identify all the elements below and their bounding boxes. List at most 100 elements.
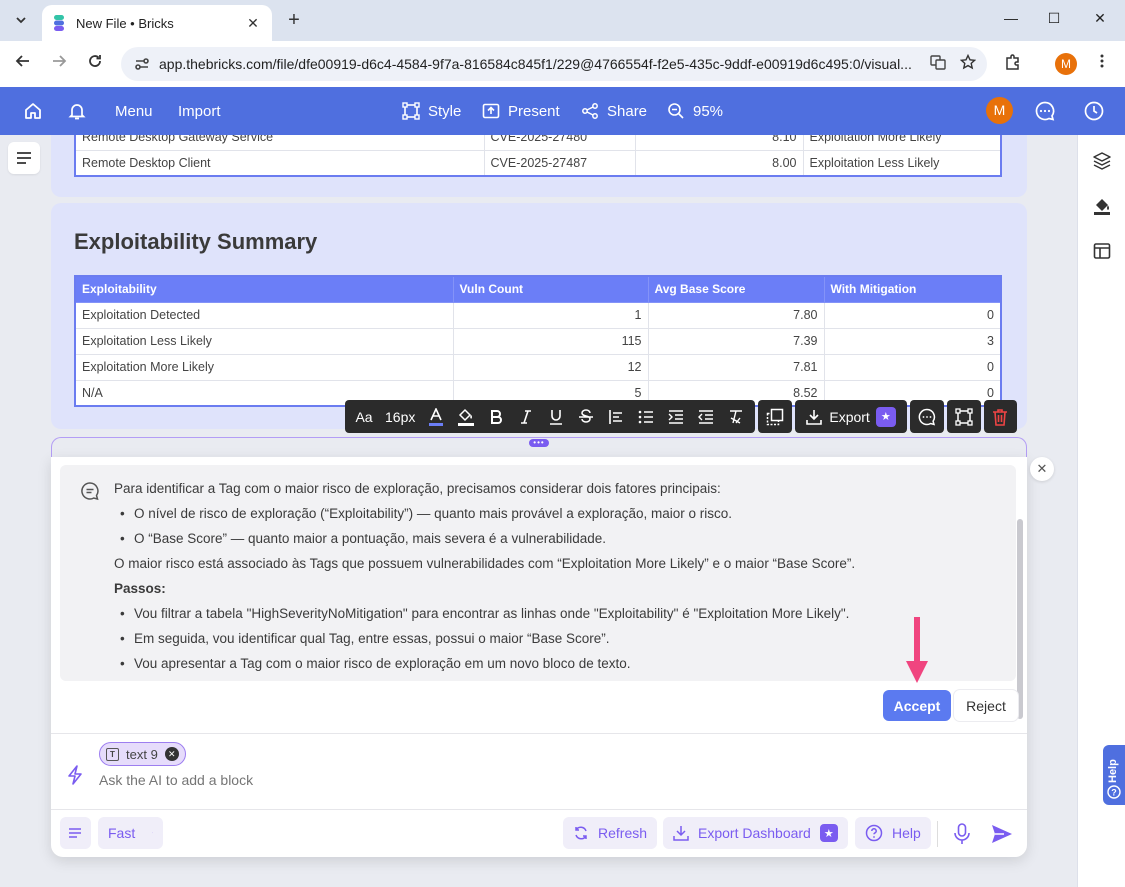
column-header[interactable]: Vuln Count xyxy=(452,275,649,303)
bookmark-star-icon[interactable] xyxy=(957,53,979,74)
bricks-favicon-icon xyxy=(54,15,64,31)
font-family-button[interactable]: Aa xyxy=(349,400,379,433)
user-avatar[interactable]: M xyxy=(986,97,1013,124)
help-side-tab[interactable]: ? Help xyxy=(1103,745,1125,805)
column-header[interactable]: With Mitigation xyxy=(823,275,1002,303)
message-bullet: Vou filtrar a tabela "HighSeverityNoMiti… xyxy=(120,606,849,621)
message-text: O maior risco está associado às Tags que… xyxy=(114,556,856,571)
browser-profile-avatar[interactable]: M xyxy=(1055,53,1077,75)
new-tab-button[interactable]: + xyxy=(284,9,304,31)
italic-button[interactable] xyxy=(511,400,541,433)
tab-close-icon[interactable]: ✕ xyxy=(244,15,262,32)
zoom-control[interactable]: 95% xyxy=(667,87,723,135)
layers-button[interactable] xyxy=(1090,149,1114,173)
strikethrough-icon xyxy=(579,408,594,423)
url-text[interactable]: app.thebricks.com/file/dfe00919-d6c4-458… xyxy=(159,56,927,72)
clear-format-button[interactable] xyxy=(721,400,751,433)
indent-button[interactable] xyxy=(661,400,691,433)
send-button[interactable] xyxy=(991,824,1013,849)
refresh-icon xyxy=(573,825,589,841)
chat-bubble-icon xyxy=(918,408,935,425)
drag-handle[interactable]: ••• xyxy=(529,439,549,447)
reject-button[interactable]: Reject xyxy=(954,690,1018,721)
home-button[interactable] xyxy=(23,87,43,135)
bold-button[interactable] xyxy=(481,400,511,433)
import-button[interactable]: Import xyxy=(178,87,221,135)
table-cell: Exploitation More Likely xyxy=(74,353,454,381)
outline-button[interactable] xyxy=(8,142,40,174)
comment-button[interactable] xyxy=(912,400,942,433)
export-group: Export ★ xyxy=(795,400,907,433)
column-header[interactable]: Avg Base Score xyxy=(647,275,825,303)
notifications-button[interactable] xyxy=(67,87,87,135)
clear-format-icon xyxy=(730,409,743,424)
microphone-icon xyxy=(954,823,970,844)
tab-search-button[interactable] xyxy=(9,8,33,32)
table-row[interactable]: Exploitation Less Likely 115 7.39 3 xyxy=(74,327,1002,355)
table-row[interactable]: Exploitation More Likely 12 7.81 0 xyxy=(74,353,1002,381)
comments-button[interactable] xyxy=(1034,87,1056,135)
bullet-list-button[interactable] xyxy=(631,400,661,433)
menu-button[interactable]: Menu xyxy=(115,87,153,135)
export-button[interactable]: Export ★ xyxy=(803,400,898,433)
reload-button[interactable] xyxy=(84,53,106,75)
column-header[interactable]: Exploitability xyxy=(74,275,454,303)
help-button[interactable]: Help xyxy=(855,817,931,849)
maximize-button[interactable]: ☐ xyxy=(1044,10,1064,27)
context-chip[interactable]: T text 9 ✕ xyxy=(99,742,186,766)
chip-label: text 9 xyxy=(126,746,158,762)
accept-button[interactable]: Accept xyxy=(883,690,951,721)
present-icon xyxy=(482,102,500,120)
fill-button[interactable] xyxy=(1090,194,1114,218)
duplicate-frame-icon xyxy=(767,408,784,425)
strikethrough-button[interactable] xyxy=(571,400,601,433)
delete-button[interactable] xyxy=(983,400,1017,433)
prompt-history-button[interactable] xyxy=(60,817,91,849)
table-cell: Exploitation Less Likely xyxy=(802,149,1002,177)
ai-assistant-panel: Para identificar a Tag com o maior risco… xyxy=(51,457,1027,857)
align-button[interactable] xyxy=(601,400,631,433)
minimize-button[interactable]: — xyxy=(1001,10,1021,26)
font-size-button[interactable]: 16px xyxy=(379,400,421,433)
style-button[interactable]: Style xyxy=(402,87,461,135)
refresh-button[interactable]: Refresh xyxy=(563,817,658,849)
chip-remove-icon[interactable]: ✕ xyxy=(164,747,179,761)
copy-style-group xyxy=(758,400,793,433)
microphone-button[interactable] xyxy=(953,823,971,850)
layout-button[interactable] xyxy=(1090,239,1114,263)
table-row[interactable]: Remote Desktop Gateway Service CVE-2025-… xyxy=(74,135,1002,151)
history-button[interactable] xyxy=(1083,87,1105,135)
text-color-button[interactable] xyxy=(421,400,451,433)
frame-button[interactable] xyxy=(949,400,979,433)
ai-prompt-input[interactable] xyxy=(99,772,799,788)
window-close-button[interactable]: ✕ xyxy=(1090,10,1110,27)
table-row[interactable]: Exploitation Detected 1 7.80 0 xyxy=(74,301,1002,329)
vulnerabilities-table[interactable]: Remote Desktop Gateway Service CVE-2025-… xyxy=(74,135,1002,177)
outdent-button[interactable] xyxy=(691,400,721,433)
exploitability-summary-table[interactable]: Exploitability Vuln Count Avg Base Score… xyxy=(74,275,1002,407)
underline-button[interactable] xyxy=(541,400,571,433)
message-text: Para identificar a Tag com o maior risco… xyxy=(114,481,721,496)
omnibox[interactable]: app.thebricks.com/file/dfe00919-d6c4-458… xyxy=(121,47,987,81)
lines-icon xyxy=(17,152,31,164)
copy-style-button[interactable] xyxy=(760,400,790,433)
forward-button[interactable] xyxy=(48,53,70,75)
mode-select[interactable]: Fast xyxy=(98,817,163,849)
browser-tab[interactable]: New File • Bricks ✕ xyxy=(42,5,272,41)
extensions-button[interactable] xyxy=(1002,53,1024,75)
table-row[interactable]: Remote Desktop Client CVE-2025-27487 8.0… xyxy=(74,149,1002,177)
table-cell: 0 xyxy=(823,301,1002,329)
share-button[interactable]: Share xyxy=(581,87,647,135)
browser-menu-button[interactable] xyxy=(1091,53,1113,75)
highlight-color-button[interactable] xyxy=(451,400,481,433)
table-cell: 7.80 xyxy=(647,301,825,329)
table-cell: Remote Desktop Gateway Service xyxy=(74,135,485,151)
back-button[interactable] xyxy=(12,53,34,75)
message-bullet-text: O “Base Score” — quanto maior a pontuaçã… xyxy=(134,531,607,546)
present-button[interactable]: Present xyxy=(482,87,560,135)
translate-icon[interactable] xyxy=(927,54,949,74)
close-panel-button[interactable]: ✕ xyxy=(1030,457,1054,481)
scrollbar[interactable] xyxy=(1017,519,1023,719)
export-dashboard-button[interactable]: Export Dashboard ★ xyxy=(663,817,848,849)
home-icon xyxy=(25,103,41,119)
